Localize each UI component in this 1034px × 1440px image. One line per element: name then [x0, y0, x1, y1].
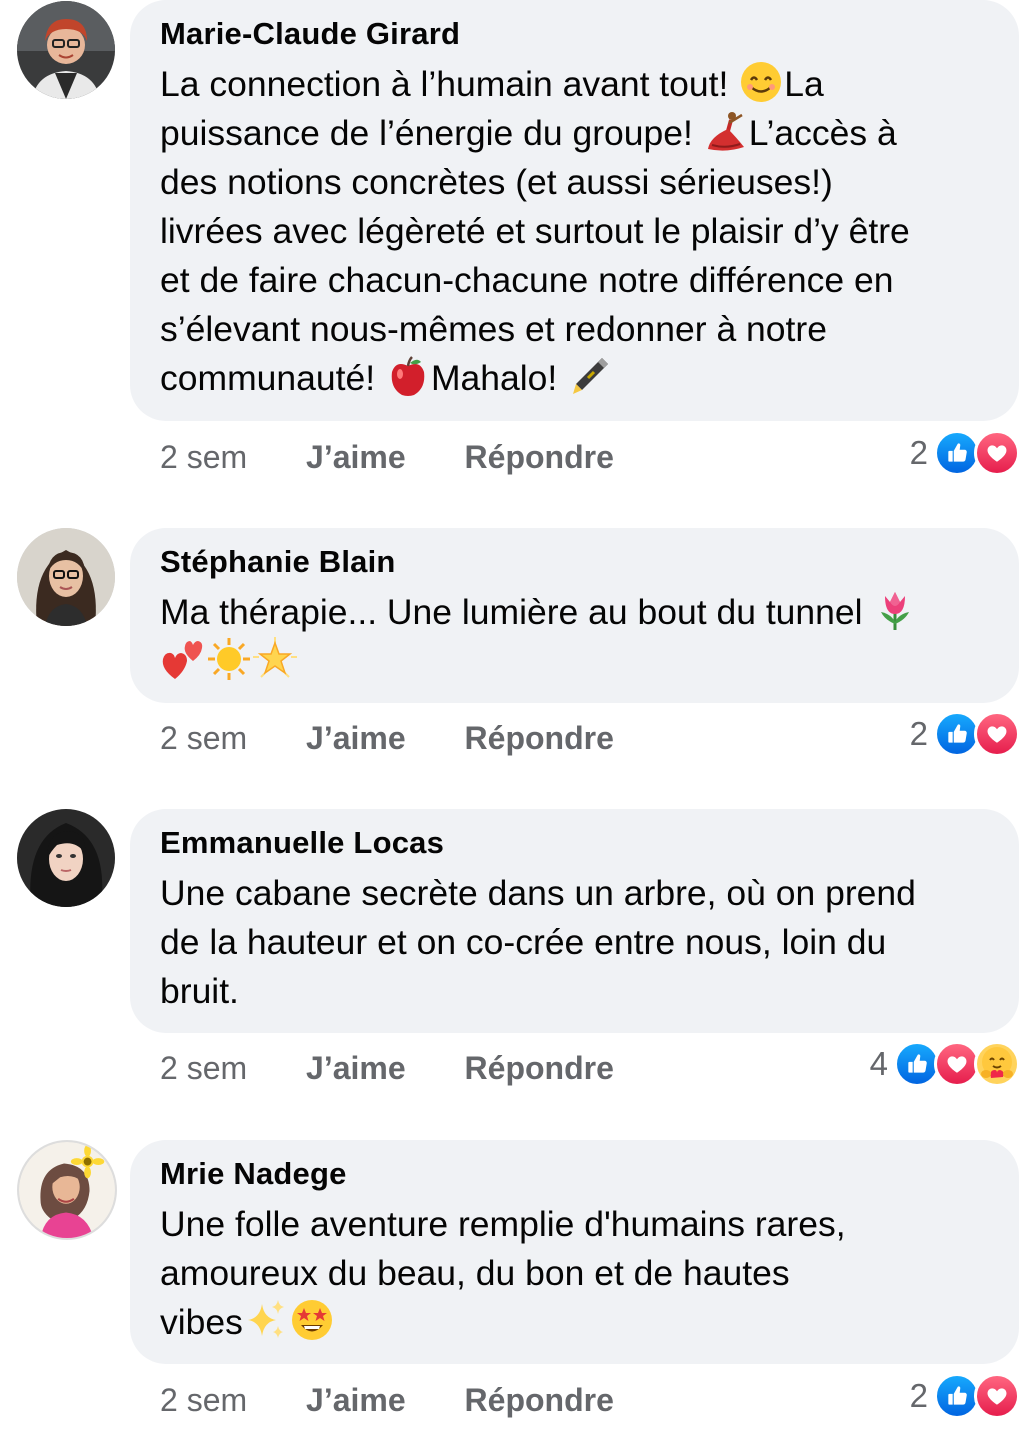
comment-text-part: La connection à l’humain avant tout!	[160, 64, 739, 104]
comment-text-part: L’accès à des notions concrètes (et auss…	[160, 113, 910, 398]
like-button[interactable]: J’aime	[306, 1380, 406, 1420]
pen-emoji	[573, 358, 609, 394]
comment-bubble: Stéphanie Blain Ma thérapie... Une lumiè…	[130, 528, 1019, 703]
tulip-emoji	[881, 592, 910, 630]
comment-text-part: Ma thérapie... Une lumière au bout du tu…	[160, 592, 873, 632]
comment-text-part: Une cabane secrète dans un arbre, où on …	[160, 873, 916, 1011]
comment-actions: 2 sem J’aime Répondre	[160, 1048, 614, 1088]
reaction-summary[interactable]: 4	[869, 1041, 1020, 1087]
comment-author[interactable]: Emmanuelle Locas	[160, 823, 989, 863]
reaction-count: 2	[909, 715, 928, 752]
comment-timestamp[interactable]: 2 sem	[160, 1048, 247, 1088]
smiling-face-emoji	[741, 62, 782, 102]
care-reaction-icon	[974, 1041, 1020, 1087]
reaction-summary[interactable]: 2	[909, 1373, 1020, 1419]
comment-timestamp[interactable]: 2 sem	[160, 1380, 247, 1420]
comment-text: Une folle aventure remplie d'humains rar…	[160, 1200, 989, 1347]
glowing-star-emoji	[253, 637, 297, 678]
avatar[interactable]	[17, 1140, 117, 1240]
comment-actions: 2 sem J’aime Répondre	[160, 437, 614, 477]
comment-timestamp[interactable]: 2 sem	[160, 718, 247, 758]
comment-timestamp[interactable]: 2 sem	[160, 437, 247, 477]
star-struck-emoji	[291, 1300, 332, 1340]
comment-bubble: Emmanuelle Locas Une cabane secrète dans…	[130, 809, 1019, 1033]
comment-text: La connection à l’humain avant tout! La …	[160, 60, 989, 403]
comment-actions: 2 sem J’aime Répondre	[160, 1380, 614, 1420]
reaction-summary[interactable]: 2	[909, 430, 1020, 476]
reply-button[interactable]: Répondre	[465, 437, 614, 477]
reply-button[interactable]: Répondre	[465, 1380, 614, 1420]
like-button[interactable]: J’aime	[306, 437, 406, 477]
reaction-count: 4	[869, 1045, 888, 1082]
love-reaction-icon	[974, 430, 1020, 476]
sun-emoji	[208, 638, 250, 680]
comment-bubble: Marie-Claude Girard La connection à l’hu…	[130, 0, 1019, 421]
reply-button[interactable]: Répondre	[465, 718, 614, 758]
apple-emoji	[391, 356, 425, 396]
avatar[interactable]	[17, 528, 115, 626]
comment-actions: 2 sem J’aime Répondre	[160, 718, 614, 758]
reaction-count: 2	[909, 1377, 928, 1414]
love-reaction-icon	[974, 1373, 1020, 1419]
two-hearts-emoji	[162, 641, 203, 679]
comment-text: Une cabane secrète dans un arbre, où on …	[160, 869, 989, 1016]
like-button[interactable]: J’aime	[306, 1048, 406, 1088]
dancer-emoji	[707, 112, 744, 151]
reaction-summary[interactable]: 2	[909, 711, 1020, 757]
reaction-count: 2	[909, 434, 928, 471]
like-button[interactable]: J’aime	[306, 718, 406, 758]
comment-author[interactable]: Mrie Nadege	[160, 1154, 989, 1194]
love-reaction-icon	[974, 711, 1020, 757]
comment-author[interactable]: Stéphanie Blain	[160, 542, 989, 582]
comment-bubble: Mrie Nadege Une folle aventure remplie d…	[130, 1140, 1019, 1364]
comment-text-part: Mahalo!	[430, 358, 568, 398]
comment-text: Ma thérapie... Une lumière au bout du tu…	[160, 588, 989, 686]
reply-button[interactable]: Répondre	[465, 1048, 614, 1088]
avatar[interactable]	[17, 1, 115, 99]
avatar[interactable]	[17, 809, 115, 907]
sparkles-emoji	[247, 1300, 284, 1338]
comment-author[interactable]: Marie-Claude Girard	[160, 14, 989, 54]
